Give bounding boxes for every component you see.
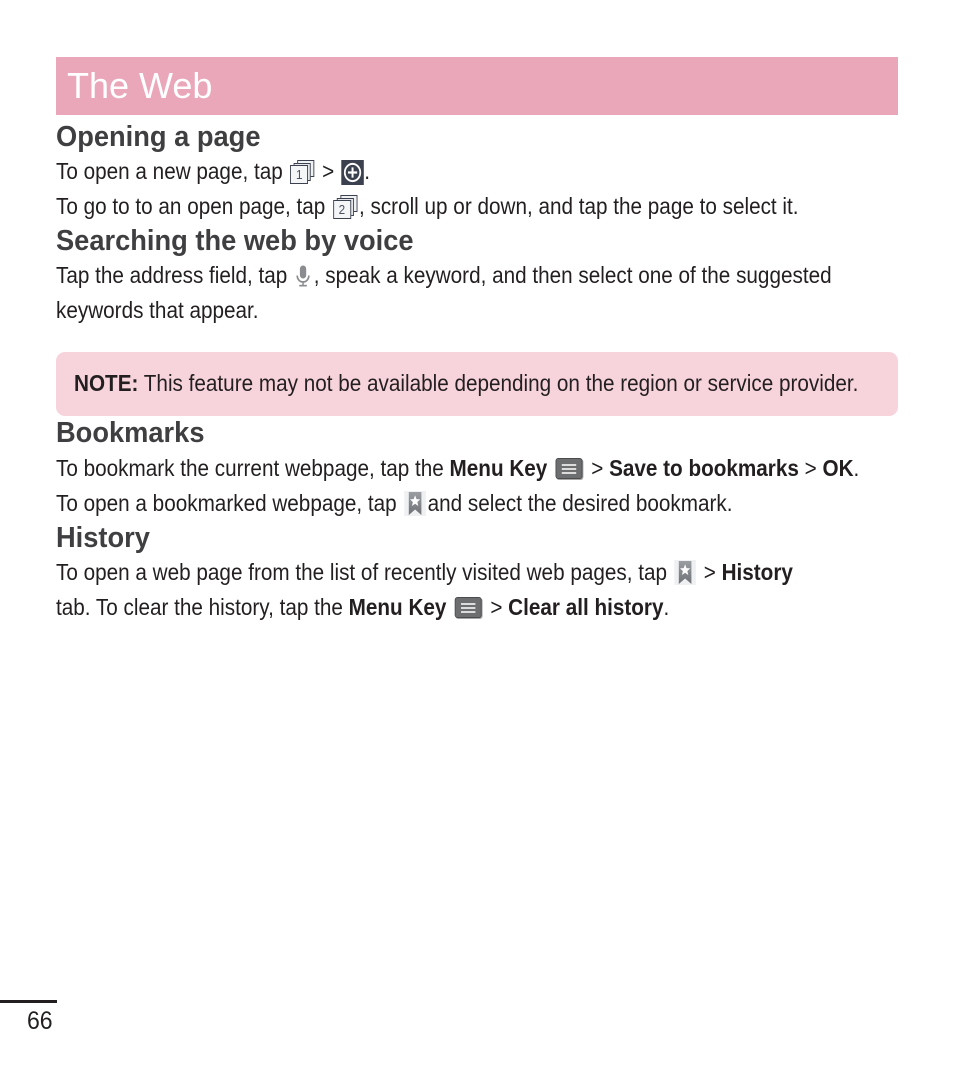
- menu-bar-1b: [461, 602, 476, 605]
- tab-count-1-icon: 1: [290, 160, 315, 185]
- section-heading-bookmarks: Bookmarks: [56, 417, 205, 450]
- menu-key-icon-bookmarks: [555, 457, 583, 479]
- text-bookmark-current-webpage: To bookmark the current webpage, tap the: [56, 454, 444, 481]
- ok-label: OK: [822, 454, 854, 481]
- chapter-header: The Web: [56, 57, 898, 115]
- text-tap-address-field: Tap the address field, tap: [56, 262, 288, 289]
- text-open-recently-visited: To open a web page from the list of rece…: [56, 558, 668, 585]
- tab-count-2-icon: 2: [332, 195, 358, 220]
- paragraph-go-to-open-page: To go to to an open page, tap 2 , scroll…: [56, 189, 900, 224]
- separator-gt-2: >: [591, 454, 604, 481]
- menu-key-label-bookmarks: Menu Key: [449, 454, 548, 481]
- tab-count-label-1: 1: [296, 167, 303, 183]
- paragraph-open-history: To open a web page from the list of rece…: [56, 555, 900, 590]
- footer-divider: [0, 1000, 57, 1003]
- page-number: 66: [27, 1007, 53, 1035]
- text-open-new-page: To open a new page, tap: [56, 158, 283, 185]
- text-go-to-open-page: To go to to an open page, tap: [56, 193, 326, 220]
- paragraph-clear-history: tab. To clear the history, tap the Menu …: [56, 590, 900, 625]
- page-content: Opening a page To open a new page, tap 1…: [56, 120, 901, 625]
- paragraph-open-bookmark: To open a bookmarked webpage, tap and se…: [56, 486, 900, 521]
- paragraph-save-bookmark: To bookmark the current webpage, tap the…: [56, 451, 900, 486]
- note-text: NOTE: This feature may not be available …: [74, 366, 879, 400]
- clear-all-history-label: Clear all history: [508, 593, 664, 620]
- tab-front-layer: 1: [290, 165, 309, 185]
- menu-bar-3: [562, 471, 577, 474]
- menu-key-label-history: Menu Key: [348, 593, 447, 620]
- save-to-bookmarks-label: Save to bookmarks: [609, 454, 799, 481]
- text-period-2: .: [853, 454, 860, 481]
- text-open-bookmarked-webpage: To open a bookmarked webpage, tap: [56, 489, 397, 516]
- separator-gt-4: >: [703, 558, 716, 585]
- manual-page: The Web Opening a page To open a new pag…: [0, 0, 954, 1074]
- note-label: NOTE:: [74, 370, 139, 397]
- section-heading-searching-the-web-by-voice: Searching the web by voice: [56, 225, 414, 258]
- bookmark-star-icon: [404, 490, 426, 516]
- menu-bar-3b: [461, 610, 476, 613]
- text-period-3: .: [663, 593, 670, 620]
- text-select-desired-bookmark: and select the desired bookmark.: [427, 489, 733, 516]
- microphone-icon: [295, 264, 312, 288]
- note-callout: NOTE: This feature may not be available …: [56, 352, 898, 417]
- tab-count-label-2: 2: [338, 202, 346, 218]
- section-heading-opening-a-page: Opening a page: [56, 121, 261, 153]
- separator-gt-1: >: [322, 158, 335, 185]
- menu-bar-2: [562, 467, 577, 470]
- section-heading-history: History: [56, 521, 150, 554]
- page-title: The Web: [67, 65, 213, 106]
- bookmark-star-icon-history: [674, 559, 697, 585]
- menu-bar-1: [562, 463, 577, 466]
- text-scroll-select: , scroll up or down, and tap the page to…: [358, 193, 799, 220]
- new-tab-plus-icon: [340, 160, 364, 186]
- history-tab-label: History: [721, 558, 793, 585]
- text-period-1: .: [364, 158, 371, 185]
- separator-gt-3: >: [804, 454, 817, 481]
- separator-gt-5: >: [490, 593, 503, 620]
- tab-front-layer-b: 2: [332, 200, 351, 220]
- paragraph-voice-search: Tap the address field, tap , speak a key…: [56, 258, 900, 328]
- note-body: This feature may not be available depend…: [143, 370, 859, 397]
- paragraph-open-new-page: To open a new page, tap 1 > .: [56, 154, 900, 189]
- menu-bar-2b: [461, 606, 476, 609]
- text-clear-history: tab. To clear the history, tap the: [56, 593, 343, 620]
- menu-key-icon-history: [454, 596, 482, 618]
